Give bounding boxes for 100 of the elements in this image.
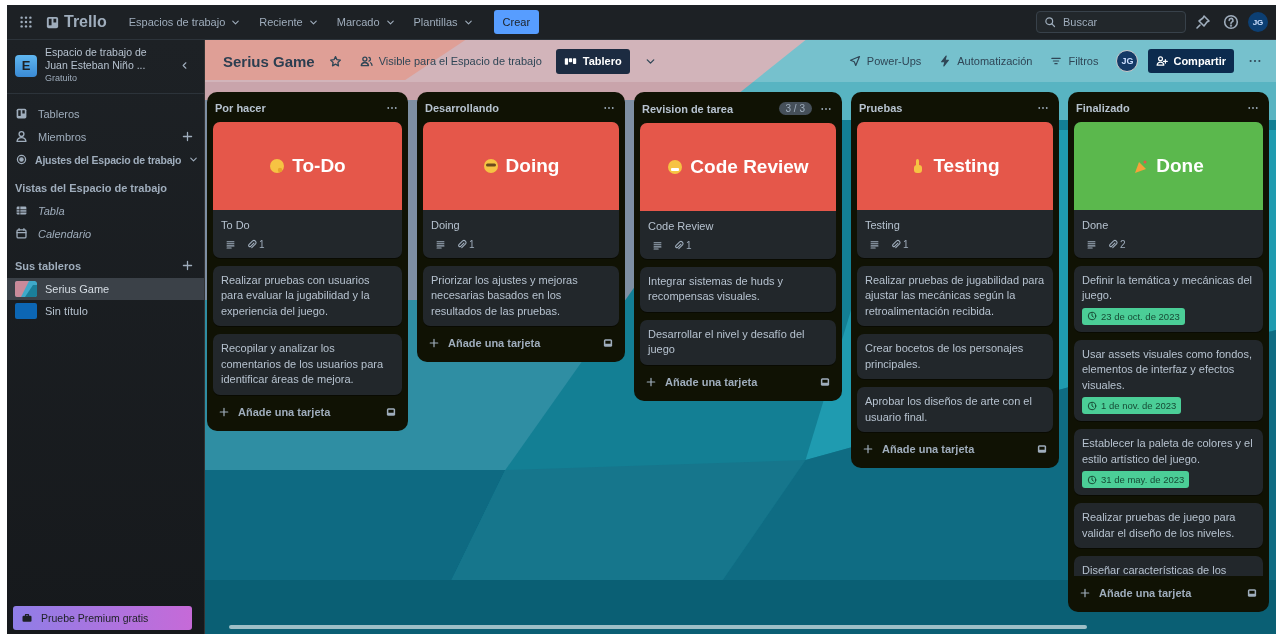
toolbar-button[interactable]: Filtros: [1046, 51, 1103, 71]
card-title: Realizar pruebas con usuarios para evaluar la jugabilidad y la experiencia del juego.: [221, 272, 371, 319]
card[interactable]: Establecer la paleta de colores y el estilo artístico del juego. 31 de may. de 2023: [1074, 429, 1263, 495]
paperclip-icon: [673, 239, 684, 251]
cover-title: Code Review: [690, 156, 809, 178]
cover-title: To-Do: [292, 155, 346, 177]
plus-icon: [428, 337, 440, 349]
card-title: Desarrollar el nivel y desafío del juego: [648, 326, 806, 357]
clock-icon: [1087, 311, 1097, 321]
menu-button[interactable]: Plantillas: [407, 12, 480, 32]
table-icon: [15, 204, 28, 217]
card[interactable]: Aprobar los diseños de arte con el usuario final.: [857, 387, 1053, 432]
plus-icon: [181, 130, 194, 143]
due-date-badge: 1 de nov. de 2023: [1082, 397, 1182, 414]
sidebar-item[interactable]: Tabla: [7, 199, 204, 222]
paperclip-icon: [1107, 238, 1118, 250]
menu-button[interactable]: Marcado: [330, 12, 402, 32]
clock-icon: [1087, 474, 1097, 485]
card[interactable]: Code Review Code Review 1: [640, 123, 836, 259]
card[interactable]: Realizar pruebas de juego para validar el diseño de los niveles.: [1074, 503, 1263, 548]
add-person-icon: [1156, 55, 1169, 67]
sidebar-item[interactable]: Miembros: [7, 125, 179, 148]
visibility-button[interactable]: Visible para el Espacio de trabajo: [355, 50, 546, 72]
board-item[interactable]: Serius Game: [7, 278, 204, 300]
cover-title: Done: [1156, 155, 1204, 177]
briefcase-icon: [21, 612, 33, 624]
search-field[interactable]: Buscar: [1036, 11, 1186, 33]
template-icon: [819, 375, 831, 388]
cover-title: Testing: [933, 155, 1000, 177]
toolbar-button[interactable]: Power-Ups: [844, 51, 926, 71]
menu-button[interactable]: Reciente: [253, 12, 325, 32]
sidebar-item[interactable]: Tableros: [7, 102, 88, 125]
menu-button[interactable]: Espacios de trabajo: [122, 12, 248, 32]
card-title: Realizar pruebas de jugabilidad para ajustar las mecánicas según la retroalimentación recibida.: [865, 272, 1045, 319]
sidebar-item[interactable]: Ajustes del Espacio de trabajo: [7, 148, 200, 171]
description-icon: [1086, 238, 1097, 250]
search-icon: [1044, 16, 1056, 28]
chevron-down-icon: [188, 154, 200, 165]
toolbar-button[interactable]: Automatización: [935, 51, 1037, 71]
add-card-button[interactable]: Añade una tarjeta: [1076, 584, 1195, 602]
template-icon: [385, 405, 397, 418]
card[interactable]: Definir la temática y mecánicas del juego. 23 de oct. de 2023: [1074, 265, 1263, 332]
card-title: Establecer la paleta de colores y el estilo artístico del juego.: [1082, 436, 1254, 467]
plus-icon: [1079, 587, 1091, 599]
user-avatar[interactable]: JG: [1248, 12, 1268, 32]
card[interactable]: Realizar pruebas con usuarios para evaluar la jugabilidad y la experiencia del juego.: [213, 265, 402, 326]
plus-icon: [862, 443, 874, 455]
card-title: Testing: [865, 218, 901, 233]
board-thumbnail: [15, 281, 37, 297]
card[interactable]: Done Done 2: [1074, 122, 1263, 258]
description-icon: [869, 238, 880, 250]
board-logo-icon: [45, 14, 60, 30]
description-icon: [652, 239, 663, 251]
add-card-button[interactable]: Añade una tarjeta: [642, 372, 761, 391]
clock-icon: [1087, 400, 1097, 411]
card[interactable]: To-Do To Do 1: [213, 122, 402, 258]
card[interactable]: Doing Doing 1: [423, 122, 619, 258]
attachment-count: 1: [456, 238, 475, 250]
board-icon: [15, 107, 28, 120]
board-title: Serius Game: [223, 52, 315, 70]
card-title: Usar assets visuales como fondos, elementos de interfaz y efectos visuales.: [1082, 346, 1253, 393]
card[interactable]: Recopilar y analizar los comentarios de los usuarios para identificar áreas de mejora.: [213, 334, 402, 395]
add-card-button[interactable]: Añade una tarjeta: [425, 334, 544, 352]
card[interactable]: Crear bocetos de los personajes principales.: [857, 334, 1053, 379]
card[interactable]: Priorizar los ajustes y mejoras necesarias basados en los resultados de las pruebas.: [423, 265, 619, 326]
share-button[interactable]: Compartir: [1148, 49, 1234, 73]
attachment-count: 2: [1107, 238, 1126, 250]
add-card-button[interactable]: Añade una tarjeta: [215, 402, 334, 421]
plus-icon: [218, 405, 230, 418]
board-item[interactable]: Sin título: [7, 300, 204, 322]
card[interactable]: Diseñar características de los: [1074, 556, 1263, 576]
card-title: Doing: [431, 218, 461, 233]
premium-button[interactable]: Pruebe Premium gratis: [13, 606, 192, 630]
trello-logo[interactable]: Trello: [45, 13, 107, 31]
template-icon: [602, 337, 614, 349]
list-title: Finalizado: [1076, 102, 1131, 114]
list-title: Desarrollando: [425, 102, 500, 114]
description-icon: [435, 238, 446, 250]
card-title: Definir la temática y mecánicas del juego.: [1082, 272, 1253, 303]
sidebar-item[interactable]: Calendario: [7, 222, 204, 245]
card[interactable]: Usar assets visuales como fondos, elementos de interfaz y efectos visuales. 1 de nov. de 2023: [1074, 339, 1263, 421]
emoji-icon: [269, 158, 286, 174]
card-title: Integrar sistemas de huds y recompensas visuales.: [648, 273, 785, 304]
horizontal-scrollbar[interactable]: [229, 625, 1087, 629]
person-icon: [15, 130, 28, 143]
card[interactable]: Desarrollar el nivel y desafío del juego: [640, 319, 836, 365]
card[interactable]: Integrar sistemas de huds y recompensas visuales.: [640, 266, 836, 312]
plus-icon: [181, 259, 194, 272]
card[interactable]: Realizar pruebas de jugabilidad para ajustar las mecánicas según la retroalimentación recibida.: [857, 265, 1053, 326]
emoji-icon: [667, 159, 684, 175]
card[interactable]: Testing Testing 1: [857, 122, 1053, 258]
add-card-button[interactable]: Añade una tarjeta: [859, 440, 978, 458]
card-title: Priorizar los ajustes y mejoras necesarias basados en los resultados de las pruebas.: [431, 272, 579, 319]
attachment-count: 1: [673, 239, 692, 251]
help-icon: [1223, 14, 1239, 30]
cover-title: Doing: [505, 155, 560, 177]
create-button[interactable]: Crear: [493, 10, 540, 34]
workspace-plan: Gratuito: [45, 72, 78, 85]
paperclip-icon: [456, 238, 467, 250]
plus-icon: [645, 375, 657, 388]
